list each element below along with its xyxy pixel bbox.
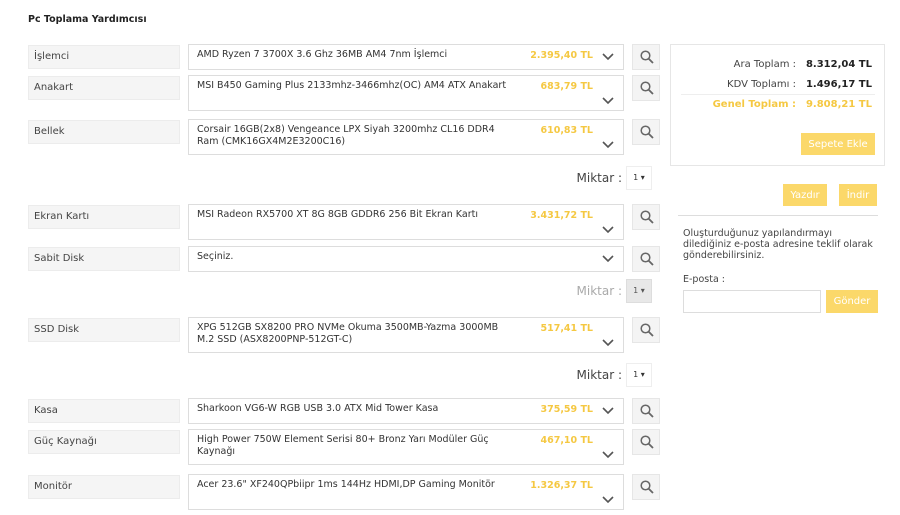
- price-summary: Ara Toplam : 8.312,04 TL KDV Toplamı : 1…: [670, 44, 885, 166]
- product-price: 375,59 TL: [540, 404, 593, 415]
- hdd-search-button[interactable]: [632, 246, 660, 272]
- product-price: 1.326,37 TL: [530, 480, 593, 491]
- add-to-cart-button[interactable]: Sepete Ekle: [801, 133, 875, 155]
- selected-product: Corsair 16GB(2x8) Vengeance LPX Siyah 32…: [197, 124, 495, 147]
- download-button[interactable]: İndir: [839, 184, 877, 206]
- selected-product: XPG 512GB SX8200 PRO NVMe Okuma 3500MB-Y…: [197, 322, 499, 345]
- component-label: Anakart: [28, 76, 180, 100]
- sidebar-divider: [678, 215, 878, 216]
- selected-product: Acer 23.6" XF240QPbiipr 1ms 144Hz HDMI,D…: [197, 479, 495, 490]
- selected-product: High Power 750W Element Serisi 80+ Bronz…: [197, 434, 489, 457]
- hdd-select[interactable]: Seçiniz.: [188, 246, 624, 272]
- chevron-down-icon: [602, 226, 614, 234]
- component-label: İşlemci: [28, 45, 180, 69]
- case-select[interactable]: Sharkoon VG6-W RGB USB 3.0 ATX Mid Tower…: [188, 398, 624, 424]
- product-price: 683,79 TL: [540, 81, 593, 92]
- selected-product: AMD Ryzen 7 3700X 3.6 Ghz 36MB AM4 7nm İ…: [197, 49, 448, 60]
- product-price: 467,10 TL: [540, 435, 593, 446]
- chevron-down-icon: [602, 97, 614, 105]
- selected-product: MSI B450 Gaming Plus 2133mhz-3466mhz(OC)…: [197, 80, 507, 91]
- email-input[interactable]: [683, 290, 821, 313]
- quantity-label: Miktar :: [576, 171, 623, 185]
- memory-quantity-select[interactable]: 1 ▾: [626, 166, 652, 190]
- product-price: 3.431,72 TL: [530, 210, 593, 221]
- ssd-quantity-select[interactable]: 1 ▾: [626, 363, 652, 387]
- chevron-down-icon: [602, 255, 614, 263]
- chevron-down-icon: [602, 53, 614, 61]
- component-label: Monitör: [28, 475, 180, 499]
- psu-search-button[interactable]: [632, 429, 660, 455]
- product-price: 610,83 TL: [540, 125, 593, 136]
- page-title: Pc Toplama Yardımcısı: [28, 14, 147, 25]
- vat-label: KDV Toplamı :: [727, 79, 796, 90]
- email-label: E-posta :: [683, 274, 725, 285]
- memory-select[interactable]: Corsair 16GB(2x8) Vengeance LPX Siyah 32…: [188, 119, 624, 155]
- component-label: Güç Kaynağı: [28, 430, 180, 454]
- memory-search-button[interactable]: [632, 119, 660, 145]
- psu-select[interactable]: High Power 750W Element Serisi 80+ Bronz…: [188, 429, 624, 465]
- email-info-text: Oluşturduğunuz yapılandırmayı dilediğini…: [683, 228, 873, 261]
- selected-product: Sharkoon VG6-W RGB USB 3.0 ATX Mid Tower…: [197, 403, 439, 414]
- selected-product: Seçiniz.: [197, 251, 234, 262]
- search-icon: [640, 81, 654, 95]
- search-icon: [640, 323, 654, 337]
- search-icon: [640, 404, 654, 418]
- ssd-select[interactable]: XPG 512GB SX8200 PRO NVMe Okuma 3500MB-Y…: [188, 317, 624, 353]
- component-label: Ekran Kartı: [28, 205, 180, 229]
- gpu-select[interactable]: MSI Radeon RX5700 XT 8G 8GB GDDR6 256 Bi…: [188, 204, 624, 240]
- vat-value: 1.496,17 TL: [805, 79, 872, 90]
- chevron-down-icon: [602, 407, 614, 415]
- cpu-search-button[interactable]: [632, 44, 660, 70]
- summary-divider: [681, 94, 875, 95]
- hdd-quantity-select[interactable]: 1 ▾: [626, 279, 652, 303]
- product-price: 2.395,40 TL: [530, 50, 593, 61]
- selected-product: MSI Radeon RX5700 XT 8G 8GB GDDR6 256 Bi…: [197, 209, 478, 220]
- search-icon: [640, 210, 654, 224]
- quantity-label: Miktar :: [576, 368, 623, 382]
- chevron-down-icon: [602, 451, 614, 459]
- search-icon: [640, 125, 654, 139]
- case-search-button[interactable]: [632, 398, 660, 424]
- search-icon: [640, 50, 654, 64]
- grand-total-value: 9.808,21 TL: [805, 99, 872, 110]
- component-label: Bellek: [28, 120, 180, 144]
- hdd-quantity: Miktar : 1 ▾: [28, 279, 660, 303]
- search-icon: [640, 435, 654, 449]
- product-price: 517,41 TL: [540, 323, 593, 334]
- chevron-down-icon: [602, 496, 614, 504]
- send-button[interactable]: Gönder: [826, 290, 878, 313]
- component-label: Kasa: [28, 399, 180, 423]
- motherboard-search-button[interactable]: [632, 75, 660, 101]
- quantity-label: Miktar :: [576, 284, 623, 298]
- gpu-search-button[interactable]: [632, 204, 660, 230]
- monitor-select[interactable]: Acer 23.6" XF240QPbiipr 1ms 144Hz HDMI,D…: [188, 474, 624, 510]
- print-button[interactable]: Yazdır: [783, 184, 827, 206]
- subtotal-value: 8.312,04 TL: [805, 59, 872, 70]
- motherboard-select[interactable]: MSI B450 Gaming Plus 2133mhz-3466mhz(OC)…: [188, 75, 624, 111]
- ssd-search-button[interactable]: [632, 317, 660, 343]
- subtotal-label: Ara Toplam :: [733, 59, 796, 70]
- cpu-select[interactable]: AMD Ryzen 7 3700X 3.6 Ghz 36MB AM4 7nm İ…: [188, 44, 624, 70]
- component-label: Sabit Disk: [28, 247, 180, 271]
- grand-total-label: Genel Toplam :: [712, 99, 796, 110]
- chevron-down-icon: [602, 141, 614, 149]
- chevron-down-icon: [602, 339, 614, 347]
- component-label: SSD Disk: [28, 318, 180, 342]
- ssd-quantity: Miktar : 1 ▾: [28, 363, 660, 387]
- search-icon: [640, 480, 654, 494]
- search-icon: [640, 252, 654, 266]
- monitor-search-button[interactable]: [632, 474, 660, 500]
- memory-quantity: Miktar : 1 ▾: [28, 166, 660, 190]
